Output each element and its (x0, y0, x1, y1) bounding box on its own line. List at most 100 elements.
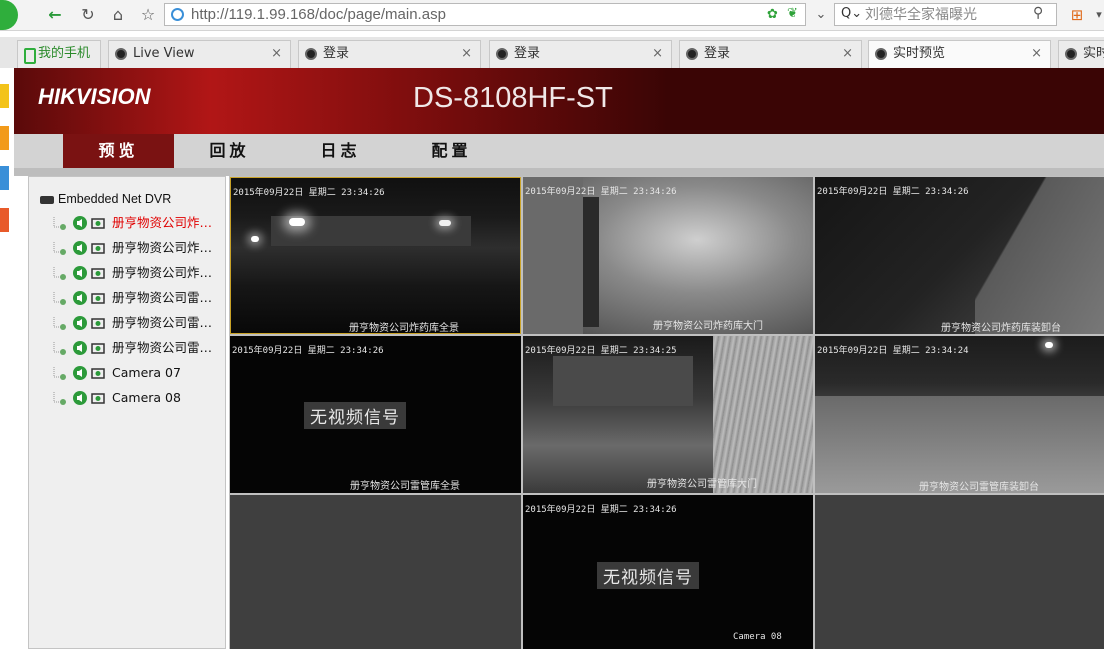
speaker-icon[interactable] (72, 390, 88, 409)
tree-connector-icon (52, 390, 68, 409)
camera-label: 册亨物资公司雷管... (112, 290, 222, 305)
sidebar-shortcut-icon[interactable] (0, 126, 9, 150)
sidebar-shortcut-icon[interactable] (0, 208, 9, 232)
speaker-icon[interactable] (72, 365, 88, 384)
camera-label: 册亨物资公司炸药... (112, 215, 222, 230)
video-channel-6[interactable]: 2015年09月22日 星期二 23:34:24 册亨物资公司雷管库装卸台 (815, 336, 1104, 493)
video-channel-8[interactable]: 2015年09月22日 星期二 23:34:26 无视频信号 Camera 08 (523, 495, 813, 649)
address-dropdown-icon[interactable]: ⌄ (810, 4, 832, 26)
tab-live-preview[interactable]: 实时预览 × (868, 40, 1051, 68)
tree-connector-icon (52, 315, 68, 334)
camera-icon (90, 240, 108, 259)
speed-mode-icon[interactable]: ✿ (767, 7, 778, 22)
search-engine-icon[interactable]: Q⌄ (841, 6, 862, 21)
dvr-icon (40, 195, 54, 204)
video-channel-4[interactable]: 2015年09月22日 星期二 23:34:26 无视频信号 册亨物资公司雷管库… (230, 336, 521, 493)
tree-connector-icon (52, 290, 68, 309)
video-channel-3[interactable]: 2015年09月22日 星期二 23:34:26 册亨物资公司炸药库装卸台 (815, 177, 1104, 334)
tab-strip: 我的手机 Live View × 登录 × 登录 × 登录 × 实时预览 × 实… (0, 37, 1104, 69)
speaker-icon[interactable] (72, 315, 88, 334)
video-frame-scene (583, 197, 599, 327)
tab-label: 实时预览 (893, 46, 946, 61)
tab-login-1[interactable]: 登录 × (298, 40, 481, 68)
webcam-favicon-icon (875, 48, 887, 60)
no-signal-label: 无视频信号 (597, 562, 699, 589)
tree-connector-icon (52, 365, 68, 384)
camera-label: 册亨物资公司雷管... (112, 340, 222, 355)
search-box[interactable]: Q⌄ 刘德华全家福曝光 ⚲ (834, 3, 1057, 26)
close-tab-icon[interactable]: × (461, 41, 472, 67)
dvr-label: Embedded Net DVR (58, 192, 172, 206)
camera-icon (90, 290, 108, 309)
tree-connector-icon (52, 265, 68, 284)
osd-channel-name: 册亨物资公司雷管库装卸台 (919, 482, 1039, 493)
sidebar-shortcut-icon[interactable] (0, 84, 9, 108)
camera-label: 册亨物资公司炸药... (112, 265, 222, 280)
tab-label: 登录 (323, 46, 350, 61)
device-model: DS-8108HF-ST (413, 82, 613, 114)
video-frame-scene (975, 177, 1104, 334)
close-tab-icon[interactable]: × (842, 41, 853, 67)
search-icon[interactable]: ⚲ (1033, 5, 1043, 21)
camera-icon (90, 265, 108, 284)
speaker-icon[interactable] (72, 240, 88, 259)
close-tab-icon[interactable]: × (652, 41, 663, 67)
menu-playback[interactable]: 回放 (174, 134, 285, 168)
browser-toolbar: ← ↻ ⌂ ☆ http://119.1.99.168/doc/page/mai… (0, 0, 1104, 31)
webcam-favicon-icon (496, 48, 508, 60)
home-icon[interactable]: ⌂ (107, 4, 129, 26)
tree-connector-icon (52, 240, 68, 259)
tab-my-phone[interactable]: 我的手机 (17, 40, 101, 68)
device-tree-root[interactable]: Embedded Net DVR (40, 192, 171, 206)
apps-icon[interactable]: ⊞ (1066, 4, 1088, 26)
webcam-favicon-icon (686, 48, 698, 60)
close-tab-icon[interactable]: × (271, 41, 282, 67)
video-channel-1[interactable]: 2015年09月22日 星期二 23:34:26 册亨物资公司炸药库全景 (230, 177, 521, 334)
menu-preview[interactable]: 预览 (63, 134, 174, 168)
leaf-icon[interactable]: ❦ (787, 6, 798, 21)
osd-timestamp: 2015年09月22日 星期二 23:34:25 (525, 346, 677, 356)
video-frame-scene (713, 336, 813, 493)
menu-log[interactable]: 日志 (285, 134, 396, 168)
tree-connector-icon (52, 215, 68, 234)
browser-logo-icon[interactable] (0, 0, 18, 30)
video-channel-9[interactable] (815, 495, 1104, 649)
speaker-icon[interactable] (72, 265, 88, 284)
more-icon[interactable]: ▾ (1088, 4, 1104, 26)
tab-login-3[interactable]: 登录 × (679, 40, 862, 68)
tab-live-view[interactable]: Live View × (108, 40, 291, 68)
back-icon[interactable]: ← (44, 4, 66, 26)
page-info-icon (171, 8, 184, 21)
osd-timestamp: 2015年09月22日 星期二 23:34:24 (817, 346, 969, 356)
sidebar-shortcut-icon[interactable] (0, 166, 9, 190)
address-url: http://119.1.99.168/doc/page/main.asp (191, 6, 446, 23)
webcam-favicon-icon (115, 48, 127, 60)
tab-label: 登录 (514, 46, 541, 61)
speaker-icon[interactable] (72, 215, 88, 234)
speaker-icon[interactable] (72, 290, 88, 309)
camera-icon (90, 365, 108, 384)
tab-login-2[interactable]: 登录 × (489, 40, 672, 68)
tab-label: 我的手机 (38, 46, 91, 61)
video-channel-5[interactable]: 2015年09月22日 星期二 23:34:25 册亨物资公司雷管库大门 (523, 336, 813, 493)
tab-live-preview-2[interactable]: 实时 (1058, 40, 1104, 68)
video-channel-2[interactable]: 2015年09月22日 星期二 23:34:26 册亨物资公司炸药库大门 (523, 177, 813, 334)
osd-timestamp: 2015年09月22日 星期二 23:34:26 (232, 346, 384, 356)
osd-channel-name: 册亨物资公司炸药库大门 (653, 321, 763, 332)
menu-config[interactable]: 配置 (396, 134, 507, 168)
video-frame-scene (553, 356, 693, 406)
webcam-favicon-icon (305, 48, 317, 60)
speaker-icon[interactable] (72, 340, 88, 359)
video-channel-7[interactable] (230, 495, 521, 649)
tab-label: 登录 (704, 46, 731, 61)
video-frame-scene (439, 220, 451, 226)
search-placeholder: 刘德华全家福曝光 (865, 7, 977, 23)
osd-channel-name: 册亨物资公司炸药库全景 (349, 323, 459, 334)
tab-label: 实时 (1083, 46, 1104, 61)
refresh-icon[interactable]: ↻ (77, 4, 99, 26)
address-bar[interactable]: http://119.1.99.168/doc/page/main.asp ✿ … (164, 3, 806, 26)
webcam-favicon-icon (1065, 48, 1077, 60)
camera-label: 册亨物资公司炸药... (112, 240, 222, 255)
close-tab-icon[interactable]: × (1031, 41, 1042, 67)
bookmark-star-icon[interactable]: ☆ (137, 4, 159, 26)
